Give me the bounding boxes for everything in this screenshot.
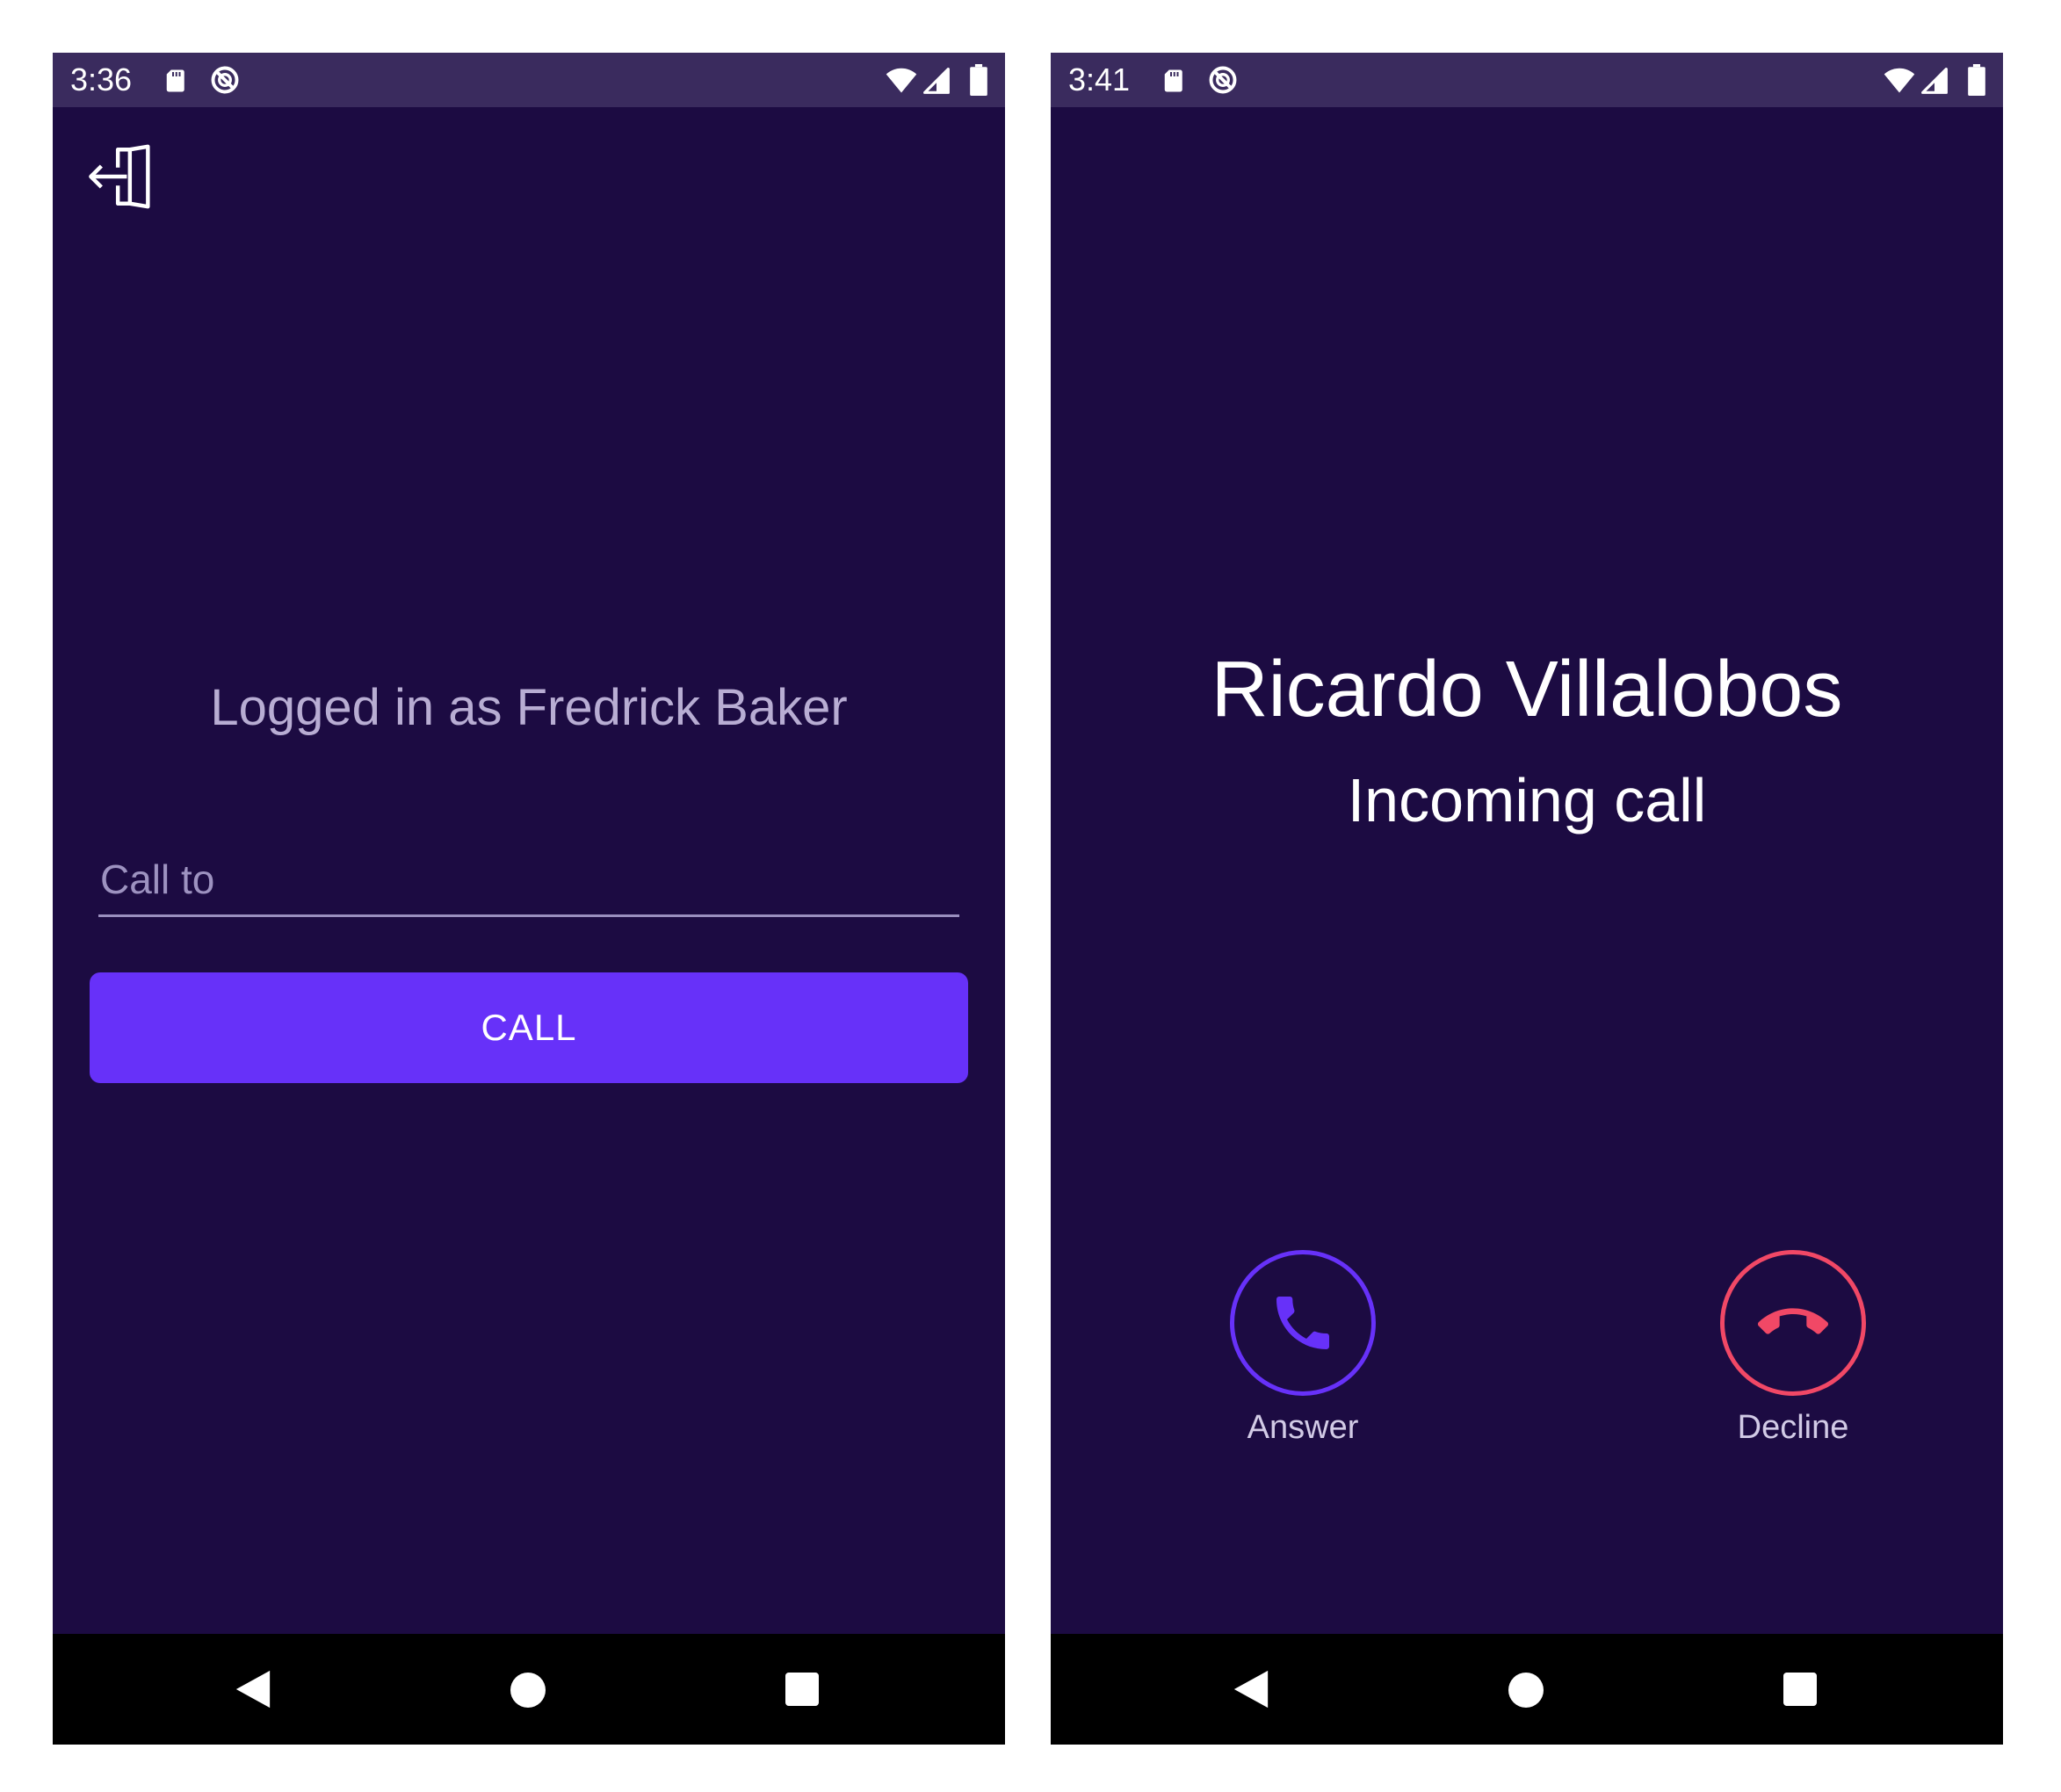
call-status: Incoming call (1347, 766, 1707, 835)
answer-circle[interactable] (1230, 1250, 1376, 1396)
battery-icon (970, 64, 987, 96)
answer-label: Answer (1247, 1409, 1359, 1446)
login-screen: 3:36 Logged in as Fredrick Baker Call to… (53, 53, 1005, 1745)
status-time: 3:36 (70, 61, 133, 98)
caller-name: Ricardo Villalobos (1211, 646, 1843, 733)
home-icon[interactable] (1508, 1673, 1544, 1708)
back-icon[interactable] (1232, 1669, 1270, 1709)
back-icon[interactable] (234, 1669, 272, 1709)
status-bar: 3:36 (53, 53, 1005, 107)
navigation-bar (1051, 1634, 2003, 1745)
sd-card-icon (166, 69, 184, 92)
signal-icon (1921, 68, 1948, 94)
status-bar: 3:41 (1051, 53, 2003, 107)
call-button[interactable]: CALL (90, 972, 968, 1083)
home-icon[interactable] (510, 1673, 546, 1708)
answer-button[interactable]: Answer (1202, 1250, 1404, 1449)
wifi-icon (1884, 68, 1915, 93)
phone-hangup-icon (1758, 1308, 1828, 1334)
sd-card-icon (1164, 69, 1182, 92)
recents-icon[interactable] (785, 1673, 819, 1706)
decline-circle[interactable] (1720, 1250, 1866, 1396)
wifi-icon (886, 68, 917, 93)
status-time: 3:41 (1068, 61, 1131, 98)
call-to-input[interactable] (98, 843, 959, 917)
do-not-disturb-icon (1209, 66, 1237, 94)
decline-button[interactable]: Decline (1692, 1250, 1894, 1449)
phone-icon (1276, 1297, 1329, 1349)
navigation-bar (53, 1634, 1005, 1745)
do-not-disturb-icon (211, 66, 239, 94)
logout-icon[interactable] (88, 141, 160, 213)
signal-icon (923, 68, 950, 94)
logged-in-status: Logged in as Fredrick Baker (210, 679, 848, 736)
recents-icon[interactable] (1783, 1673, 1817, 1706)
incoming-call-screen: 3:41 Ricardo Villalobos Incoming call An… (1051, 53, 2003, 1745)
decline-label: Decline (1737, 1409, 1849, 1446)
battery-icon (1968, 64, 1985, 96)
